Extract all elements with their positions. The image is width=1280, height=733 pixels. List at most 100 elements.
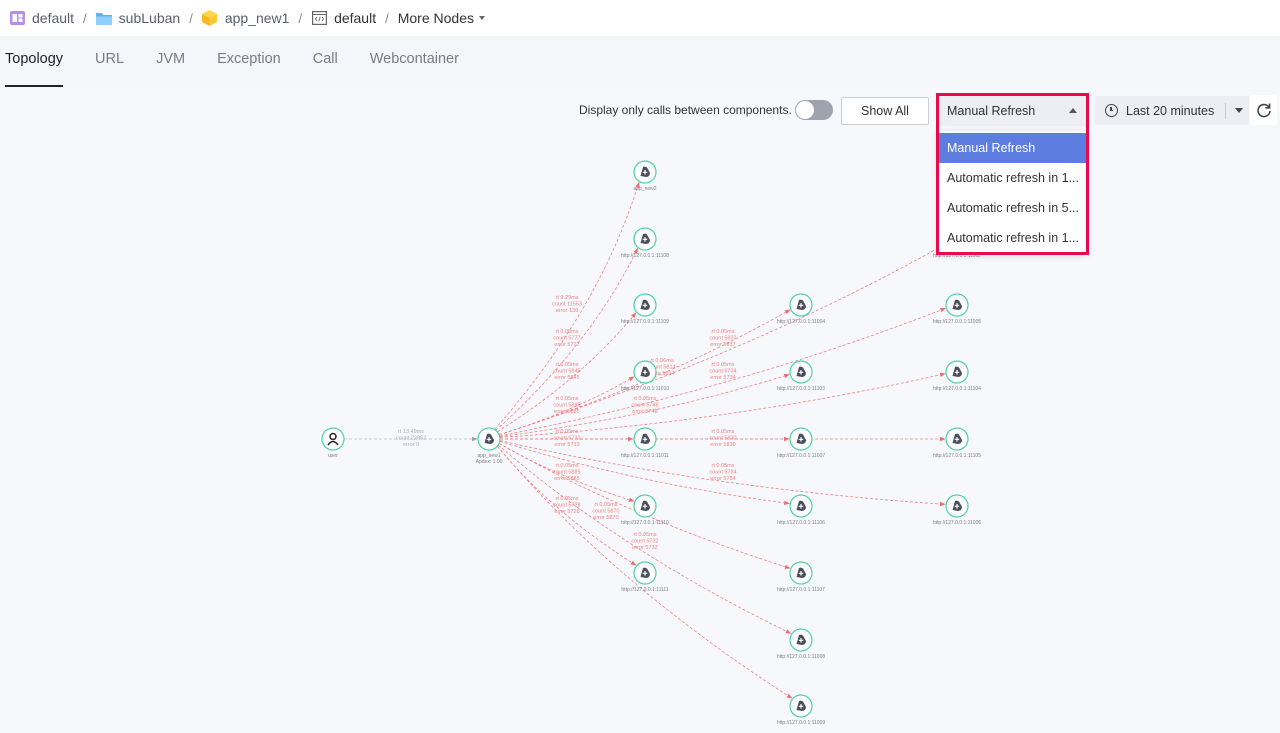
edge-rt-label: rt 0.05ms [712, 362, 735, 368]
node-label: http://127.0.0.1:11008 [777, 654, 826, 660]
node-label: http://127.0.0.1:11105 [933, 453, 981, 459]
node-apdex-label: Apdex: 1.00 [476, 459, 503, 465]
edge-rt-label: rt 0.05ms [634, 532, 657, 538]
topology-node-app_new2[interactable]: app_new2 [633, 160, 657, 192]
edge-error-label: error 5830 [710, 442, 735, 448]
edge-rt-label: rt 0.05ms [556, 496, 579, 502]
edge-error-label: error 5885 [554, 409, 579, 415]
edge-count-label: count 5784 [709, 470, 736, 476]
node-label: http://127.0.0.1:11007 [777, 453, 826, 459]
node-label: http://127.0.0.1:11106 [777, 520, 825, 526]
topology-node-n11011[interactable]: http://127.0.0.1:11011 [621, 427, 669, 459]
topology-node-n11007[interactable]: http://127.0.0.1:11007 [777, 427, 826, 459]
refresh-mode-select[interactable]: Manual Refresh [938, 95, 1086, 126]
edge-count-label: count 5885 [553, 403, 580, 409]
topology-edge[interactable] [499, 440, 790, 506]
edge-rt-label: rt 0.05ms [556, 396, 579, 402]
node-label: app_new2 [633, 186, 656, 192]
edge-error-label: error 5870 [593, 515, 618, 521]
edge-rt-label: rt 0.05ms [556, 362, 579, 368]
edge-rt-label: rt 0.05ms [556, 329, 579, 335]
topology-node-n11106[interactable]: http://127.0.0.1:11106 [777, 494, 825, 526]
node-label: http://127.0.0.1:11111 [621, 587, 668, 593]
edge-error-label: error 5885 [554, 476, 579, 482]
topology-node-n11008[interactable]: http://127.0.0.1:11008 [777, 628, 826, 660]
edge-count-label: count 5777 [553, 336, 580, 342]
topology-node-n11104[interactable]: http://127.0.0.1:11104 [933, 360, 981, 392]
time-range-value: Last 20 minutes [1126, 103, 1215, 118]
topology-node-n11009[interactable]: http://127.0.0.1:11009 [777, 694, 826, 726]
edge-labels-layer: rt 13.49mscount 22852error 0rt 9.29mscou… [396, 295, 737, 551]
node-label: http://127.0.0.1:11104 [933, 386, 981, 392]
divider [1225, 102, 1227, 119]
topology-node-n11103[interactable]: http://127.0.0.1:11103 [777, 360, 825, 392]
refresh-option-manual[interactable]: Manual Refresh [939, 133, 1086, 163]
edge-error-label: error 5733 [554, 442, 579, 448]
edge-rt-label: rt 0.05ms [556, 463, 579, 469]
edge-count-label: count 5733 [553, 436, 580, 442]
time-range-picker[interactable]: Last 20 minutes [1095, 96, 1249, 125]
node-label: http://127.0.0.1:11102 [933, 253, 981, 259]
toggle-knob [796, 101, 814, 119]
edge-error-label: error 0 [403, 442, 419, 448]
edge-count-label: count 5734 [709, 369, 736, 375]
edge-rt-label: rt 0.06ms [651, 358, 674, 364]
edge-rt-label: rt 13.49ms [398, 429, 424, 435]
refresh-mode-dropdown: Manual Refresh Automatic refresh in 1...… [939, 131, 1086, 253]
node-label: http://127.0.0.1:11010 [621, 386, 670, 392]
node-label: user [328, 453, 338, 459]
topology-node-n11006[interactable]: http://127.0.0.1:11006 [933, 494, 982, 526]
edge-count-label: count 5728 [553, 503, 580, 509]
calls-between-components-label: Display only calls between components. [579, 103, 792, 117]
refresh-option-auto-5[interactable]: Automatic refresh in 5... [939, 193, 1086, 223]
refresh-option-auto-1[interactable]: Automatic refresh in 1... [939, 163, 1086, 193]
edge-count-label: count 5732 [631, 539, 658, 545]
chevron-down-icon[interactable] [1235, 108, 1244, 113]
refresh-button[interactable] [1250, 95, 1277, 125]
edge-count-label: count 5837 [709, 336, 736, 342]
edge-count-label: count 22852 [396, 436, 426, 442]
edge-rt-label: rt 0.05ms [712, 463, 735, 469]
edge-count-label: count 5830 [709, 436, 736, 442]
edge-rt-label: rt 0.05ms [634, 396, 657, 402]
edge-rt-label: rt 9.29ms [556, 295, 579, 301]
show-all-button[interactable]: Show All [841, 97, 929, 125]
edge-error-label: error 5777 [554, 342, 579, 348]
edge-error-label: error 5784 [710, 476, 735, 482]
node-label: http://127.0.0.1:11107 [777, 587, 825, 593]
edge-error-label: error 5728 [554, 509, 579, 515]
edge-error-label: error 5734 [710, 375, 735, 381]
edge-error-label: error 139 [556, 308, 578, 314]
edge-error-label: error 5845 [554, 375, 579, 381]
topology-node-n11108[interactable]: http://127.0.0.1:11108 [621, 227, 669, 259]
edge-error-label: error 5732 [632, 545, 657, 551]
topology-node-n11005[interactable]: http://127.0.0.1:11005 [933, 293, 982, 325]
node-label: http://127.0.0.1:11110 [621, 520, 669, 526]
edge-count-label: count 5845 [553, 369, 580, 375]
topology-node-n11109[interactable]: http://127.0.0.1:11109 [621, 293, 669, 325]
node-label: http://127.0.0.1:11103 [777, 386, 825, 392]
node-label: http://127.0.0.1:11009 [777, 720, 826, 726]
nodes-layer: user app_new1Apdex: 1.00 app_new2 http://12… [321, 160, 982, 726]
edge-rt-label: rt 0.05ms [556, 429, 579, 435]
calls-between-components-toggle[interactable] [795, 100, 833, 120]
refresh-icon [1256, 103, 1271, 118]
node-label: http://127.0.0.1:11004 [777, 319, 826, 325]
refresh-option-auto-1b[interactable]: Automatic refresh in 1... [939, 223, 1086, 253]
edge-error-label: error 5748 [632, 409, 657, 415]
edge-rt-label: rt 0.05ms [712, 329, 735, 335]
topology-node-n11105[interactable]: http://127.0.0.1:11105 [933, 427, 981, 459]
topology-node-user[interactable]: user [321, 427, 345, 459]
clock-icon [1105, 104, 1118, 117]
edge-count-label: count 5885 [553, 470, 580, 476]
topology-node-app_new1[interactable]: app_new1Apdex: 1.00 [476, 427, 503, 465]
node-label: http://127.0.0.1:11005 [933, 319, 982, 325]
node-label: http://127.0.0.1:11108 [621, 253, 669, 259]
node-label: http://127.0.0.1:11109 [621, 319, 669, 325]
edge-rt-label: rt 0.05ms [712, 429, 735, 435]
edge-count-label: count 11553 [552, 302, 582, 308]
edge-rt-label: rt 0.05ms [595, 502, 618, 508]
node-label: http://127.0.0.1:11011 [621, 453, 669, 459]
edge-count-label: count 5870 [592, 509, 619, 515]
chevron-up-icon [1069, 108, 1077, 113]
